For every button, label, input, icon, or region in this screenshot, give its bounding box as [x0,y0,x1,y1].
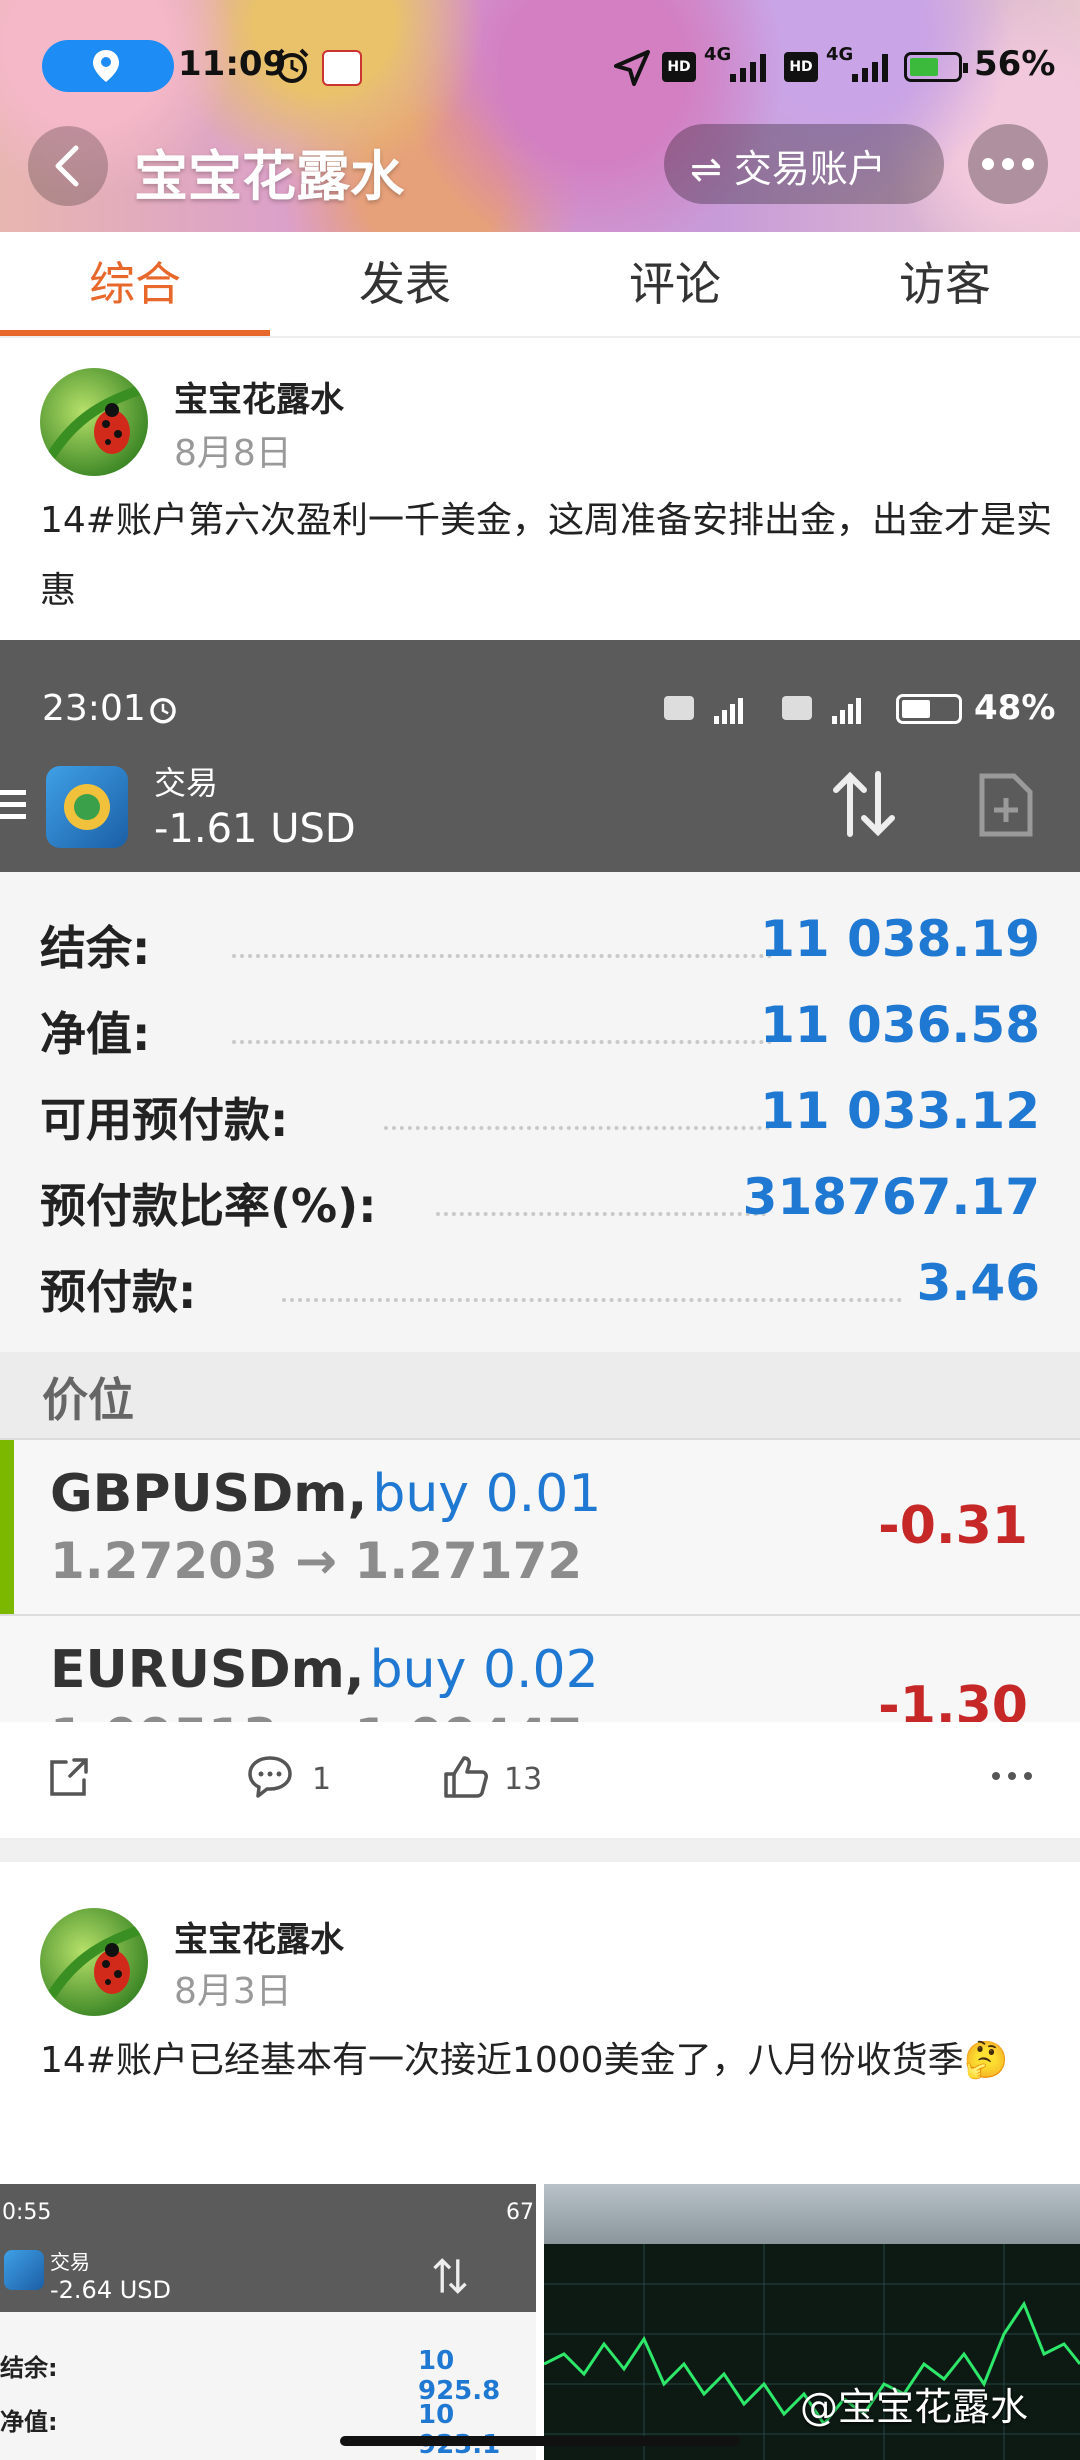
mt4-title: 交易 [154,764,219,802]
position-profit: -0.31 [878,1496,1028,1556]
like-count: 13 [504,1762,543,1797]
position-indicator [0,1440,14,1614]
signal-icon-2 [852,52,892,82]
thumb-equity-label: 净值: [0,2408,58,2436]
alarm-icon [150,697,176,724]
comment-icon[interactable] [246,1754,294,1800]
network-type-label-2: 4G [826,44,854,65]
ladybug-avatar-icon [40,1908,148,2016]
post-image-thumbnail-1[interactable]: 0:55 67 交易 -2.64 USD 结余: 10 925.8 净值: 10… [0,2184,536,2460]
shot-battery-percent: 48% [974,688,1056,728]
status-time: 11:09 [178,44,287,84]
thumb-time: 0:55 [2,2200,52,2225]
chevron-left-icon [55,145,79,187]
hd-badge: HD [662,52,696,82]
free-margin-value: 11 033.12 [760,1082,1040,1140]
battery-icon [904,52,968,82]
equity-label: 净值: [40,1007,151,1061]
position-row[interactable]: EURUSDm, buy 0.02 1.09513 → 1.09447 -1.3… [0,1616,1080,1722]
position-profit: -1.30 [878,1676,1028,1722]
trade-account-button[interactable]: ⇌ 交易账户 [664,124,944,204]
more-dots-icon[interactable] [990,1770,1034,1782]
sort-arrows-icon [833,771,895,837]
mt4-balance-change: -1.61 USD [154,806,356,852]
profile-title: 宝宝花露水 [134,145,404,208]
post-username[interactable]: 宝宝花露水 [174,372,344,421]
share-icon[interactable] [46,1756,90,1800]
location-indicator [42,40,174,92]
home-indicator[interactable] [340,2436,740,2446]
app-notification-icon [322,50,362,86]
margin-level-label: 预付款比率(%): [40,1179,377,1233]
post-separator [0,1838,1080,1862]
position-symbol: EURUSDm, [50,1640,365,1700]
watermark: @宝宝花露水 [800,2385,1029,2429]
positions-section-header: 价位 [0,1352,1080,1438]
position-row[interactable]: GBPUSDm, buy 0.01 1.27203 → 1.27172 -0.3… [0,1440,1080,1614]
battery-icon [896,694,962,724]
divider [0,336,1080,338]
mt4-app-icon [46,766,128,848]
post-date: 8月3日 [174,1971,292,2012]
tab-visitors[interactable]: 访客 [810,232,1080,336]
tab-overview[interactable]: 综合 [0,232,270,336]
thumb-balance-label: 结余: [0,2354,58,2382]
post-image-mt4[interactable]: 23:01 48% 交易 -1.61 USD 结余: 11 038.19 净值:… [0,640,1080,1722]
margin-label: 预付款: [40,1265,197,1319]
ladybug-avatar-icon [40,368,148,476]
thumbs-up-icon[interactable] [442,1754,490,1800]
post-text: 14#账户第六次盈利一千美金，这周准备安排出金，出金才是实惠 [40,500,1052,611]
shot-status-time: 23:01 [42,688,146,729]
navigation-arrow-icon [614,50,650,86]
position-prices: 1.09513 → 1.09447 [50,1708,582,1722]
position-prices: 1.27203 → 1.27172 [50,1532,583,1590]
avatar[interactable] [40,1908,148,2016]
trade-account-label: ⇌ 交易账户 [690,147,886,191]
thumb-balance-value: 10 925.8 [418,2346,501,2406]
more-dots-icon [982,158,1034,170]
post-date: 8月8日 [174,433,292,474]
balance-value: 11 038.19 [760,910,1040,968]
tab-comments[interactable]: 评论 [540,232,810,336]
thumb-battery: 67 [506,2200,534,2225]
margin-value: 3.46 [916,1254,1040,1312]
post-text: 14#账户已经基本有一次接近1000美金了，八月份收货季🤔 [40,2040,1009,2081]
thumb-app-title: 交易 [50,2250,90,2274]
dotted-leader [232,954,772,964]
dotted-leader [232,1040,772,1050]
mt4-app-icon [4,2250,44,2290]
new-order-icon [979,773,1033,837]
thumb-balance: -2.64 USD [50,2276,172,2304]
monitor-toolbar [544,2184,1080,2244]
back-button[interactable] [28,126,108,206]
position-side: buy 0.02 [369,1640,599,1700]
margin-level-value: 318767.17 [742,1168,1040,1226]
signal-icon [730,52,770,82]
sort-arrows-icon [433,2258,467,2294]
equity-value: 11 036.58 [760,996,1040,1054]
battery-percent: 56% [974,44,1056,84]
more-options-button[interactable] [968,124,1048,204]
profile-header: 11:09 HD 4G HD 4G 56% 宝宝花露水 ⇌ 交易账户 [0,0,1080,232]
position-symbol: GBPUSDm, [50,1464,368,1524]
thumb-equity-value: 10 923.1 [418,2400,500,2460]
signal-icons [664,694,884,724]
avatar[interactable] [40,368,148,476]
tab-posts[interactable]: 发表 [270,232,540,336]
balance-label: 结余: [40,921,151,975]
comment-count: 1 [312,1762,332,1797]
hd-badge-2: HD [784,52,818,82]
hamburger-icon [0,790,26,820]
post-username[interactable]: 宝宝花露水 [174,1912,344,1961]
position-side: buy 0.01 [372,1464,602,1524]
network-type-label: 4G [704,44,732,65]
alarm-icon [275,48,309,83]
mt4-top-bar: 23:01 48% 交易 -1.61 USD [0,640,1080,872]
location-pin-icon [93,50,119,82]
positions-section-label: 价位 [42,1373,134,1427]
free-margin-label: 可用预付款: [40,1093,289,1147]
